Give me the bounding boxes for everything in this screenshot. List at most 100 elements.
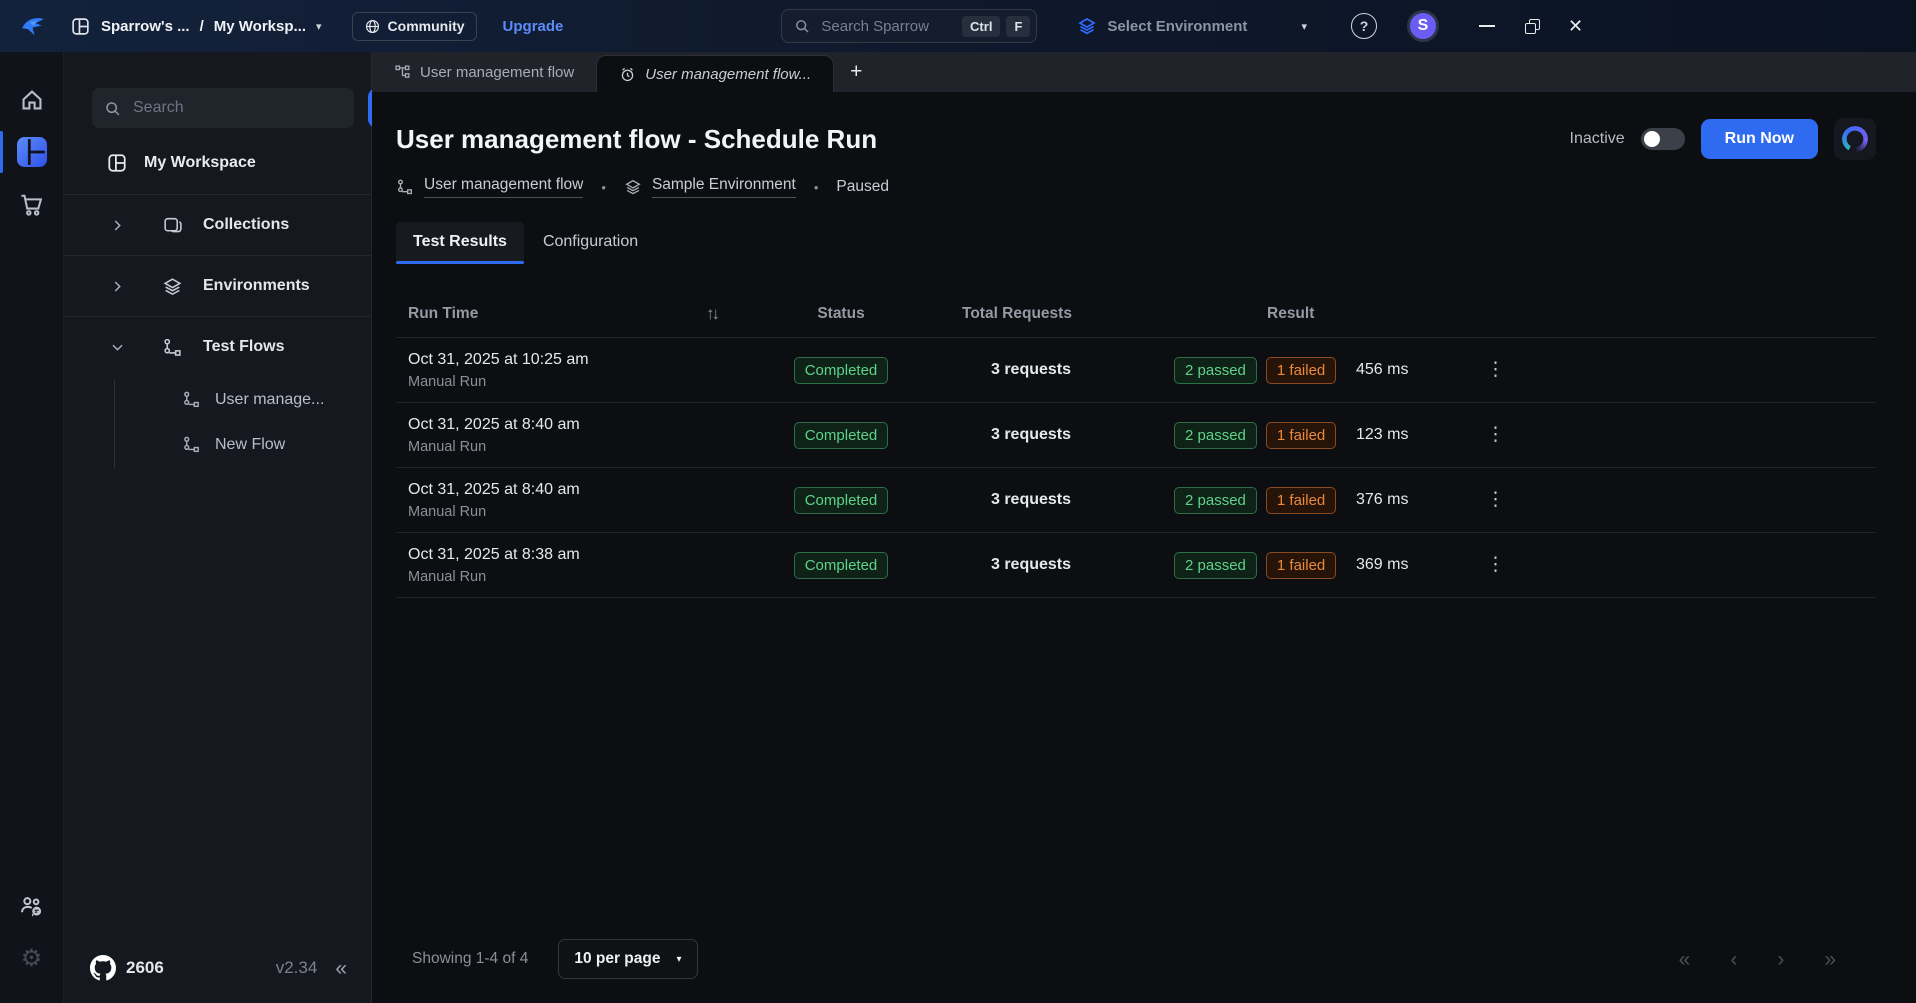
community-badge[interactable]: Community: [352, 12, 477, 41]
table-footer: Showing 1-4 of 4 10 per page ▾ « ‹ › »: [396, 921, 1876, 1003]
breadcrumb-environment-link[interactable]: Sample Environment: [624, 176, 796, 198]
sidebar-footer: 2606 v2.34 «: [64, 955, 371, 1003]
flow-item-label: User manage...: [215, 391, 324, 409]
run-time: Oct 31, 2025 at 8:38 am: [408, 546, 706, 564]
run-time: Oct 31, 2025 at 8:40 am: [408, 416, 706, 434]
prev-page-icon[interactable]: ‹: [1730, 949, 1737, 970]
sidebar-item-environments[interactable]: Environments: [64, 256, 371, 316]
flow-item-user-management[interactable]: User manage...: [114, 377, 371, 422]
github-link[interactable]: 2606: [90, 955, 164, 981]
chevron-right-icon: [110, 279, 126, 294]
minimize-button[interactable]: [1479, 25, 1495, 27]
tab-user-management-flow-schedule[interactable]: User management flow...: [596, 55, 834, 92]
layers-icon: [1077, 16, 1097, 36]
avatar[interactable]: S: [1407, 10, 1439, 42]
sidebar-search[interactable]: [92, 88, 354, 128]
bullet: •: [601, 180, 606, 195]
breadcrumb-flow-label: User management flow: [424, 176, 583, 198]
schedule-state: Paused: [836, 178, 889, 196]
breadcrumb: User management flow • Sample Environmen…: [396, 176, 1876, 198]
run-type: Manual Run: [408, 569, 706, 585]
globe-icon: [364, 18, 381, 35]
global-search[interactable]: Ctrl F: [781, 9, 1037, 43]
sidebar-workspace-header[interactable]: My Workspace: [64, 128, 371, 194]
tab-user-management-flow[interactable]: User management flow: [372, 52, 596, 92]
main-area: User management flow User management flo…: [372, 52, 1916, 1003]
failed-badge: 1 failed: [1266, 552, 1336, 579]
passed-badge: 2 passed: [1174, 487, 1257, 514]
collapse-sidebar-icon[interactable]: «: [335, 958, 347, 979]
total-requests-value: 3 requests: [991, 556, 1071, 574]
flow-item-new-flow[interactable]: New Flow: [114, 422, 371, 467]
search-input[interactable]: [819, 17, 956, 36]
schedule-status-label: Inactive: [1570, 130, 1625, 148]
duration-value: 456 ms: [1346, 361, 1466, 379]
status-badge: Completed: [794, 487, 889, 514]
run-time: Oct 31, 2025 at 10:25 am: [408, 351, 706, 369]
chevron-down-icon: [110, 340, 126, 355]
sidebar-search-input[interactable]: [131, 98, 342, 118]
row-menu-icon[interactable]: ⋮: [1486, 489, 1505, 510]
chevron-down-icon: ▾: [676, 954, 681, 965]
loading-spinner: [1834, 118, 1876, 160]
ctrl-key-badge: Ctrl: [962, 16, 1000, 37]
topbar: Sparrow's ... / My Worksp... ▾ Community…: [0, 0, 1916, 52]
sidebar-item-test-flows[interactable]: Test Flows: [64, 317, 371, 377]
table-header: Run Time ↑↓ Status Total Requests Result: [396, 290, 1876, 338]
col-status: Status: [766, 305, 916, 323]
home-icon[interactable]: [0, 74, 64, 126]
test-flow-icon: [162, 337, 183, 358]
collections-label: Collections: [203, 216, 289, 234]
tab-test-results[interactable]: Test Results: [396, 222, 524, 262]
tab-configuration[interactable]: Configuration: [526, 222, 655, 262]
failed-badge: 1 failed: [1266, 487, 1336, 514]
test-results-table: Run Time ↑↓ Status Total Requests Result…: [396, 290, 1876, 598]
detail-tabs: Test Results Configuration: [396, 222, 1876, 262]
restore-button[interactable]: [1525, 19, 1540, 34]
row-menu-icon[interactable]: ⋮: [1486, 554, 1505, 575]
alarm-clock-icon: [619, 66, 636, 83]
row-menu-icon[interactable]: ⋮: [1486, 424, 1505, 445]
community-people-icon[interactable]: [0, 881, 64, 933]
workspace-module-icon[interactable]: [0, 126, 64, 178]
help-button[interactable]: ?: [1351, 13, 1377, 39]
sidebar-item-collections[interactable]: Collections: [64, 195, 371, 255]
showing-count: Showing 1-4 of 4: [412, 950, 528, 968]
test-flow-icon: [396, 178, 414, 196]
failed-badge: 1 failed: [1266, 357, 1336, 384]
run-type: Manual Run: [408, 374, 706, 390]
total-requests-value: 3 requests: [991, 426, 1071, 444]
status-badge: Completed: [794, 422, 889, 449]
table-body: Oct 31, 2025 at 10:25 am Manual Run Comp…: [396, 338, 1876, 598]
breadcrumb-flow-link[interactable]: User management flow: [396, 176, 583, 198]
sort-icon[interactable]: ↑↓: [706, 304, 766, 324]
close-button[interactable]: ✕: [1568, 17, 1583, 35]
last-page-icon[interactable]: »: [1824, 949, 1836, 970]
marketplace-cart-icon[interactable]: [0, 178, 64, 230]
table-row: Oct 31, 2025 at 8:38 am Manual Run Compl…: [396, 533, 1876, 598]
per-page-dropdown[interactable]: 10 per page ▾: [558, 939, 697, 979]
workspace-switcher[interactable]: Sparrow's ... / My Worksp... ▾: [70, 16, 322, 37]
test-flows-label: Test Flows: [203, 338, 285, 356]
workspace-icon: [106, 152, 128, 174]
run-now-button[interactable]: Run Now: [1701, 119, 1818, 159]
first-page-icon[interactable]: «: [1679, 949, 1691, 970]
f-key-badge: F: [1006, 16, 1030, 37]
breadcrumb-environment-label: Sample Environment: [652, 176, 796, 198]
new-tab-button[interactable]: +: [850, 60, 862, 84]
settings-gear-icon[interactable]: ⚙: [0, 933, 64, 985]
next-page-icon[interactable]: ›: [1777, 949, 1784, 970]
upgrade-link[interactable]: Upgrade: [503, 18, 564, 35]
environment-selector[interactable]: Select Environment ▾: [1077, 16, 1307, 36]
total-requests-value: 3 requests: [991, 361, 1071, 379]
schedule-toggle[interactable]: [1641, 128, 1685, 150]
chevron-down-icon[interactable]: ▾: [316, 20, 322, 33]
layers-icon: [624, 178, 642, 196]
app-version: v2.34: [276, 958, 318, 978]
row-menu-icon[interactable]: ⋮: [1486, 359, 1505, 380]
workspace-label: My Workspace: [144, 154, 256, 172]
sidebar: + My Workspace Collections: [64, 52, 372, 1003]
workspace-owner: Sparrow's ...: [101, 18, 190, 35]
duration-value: 376 ms: [1346, 491, 1466, 509]
status-badge: Completed: [794, 552, 889, 579]
